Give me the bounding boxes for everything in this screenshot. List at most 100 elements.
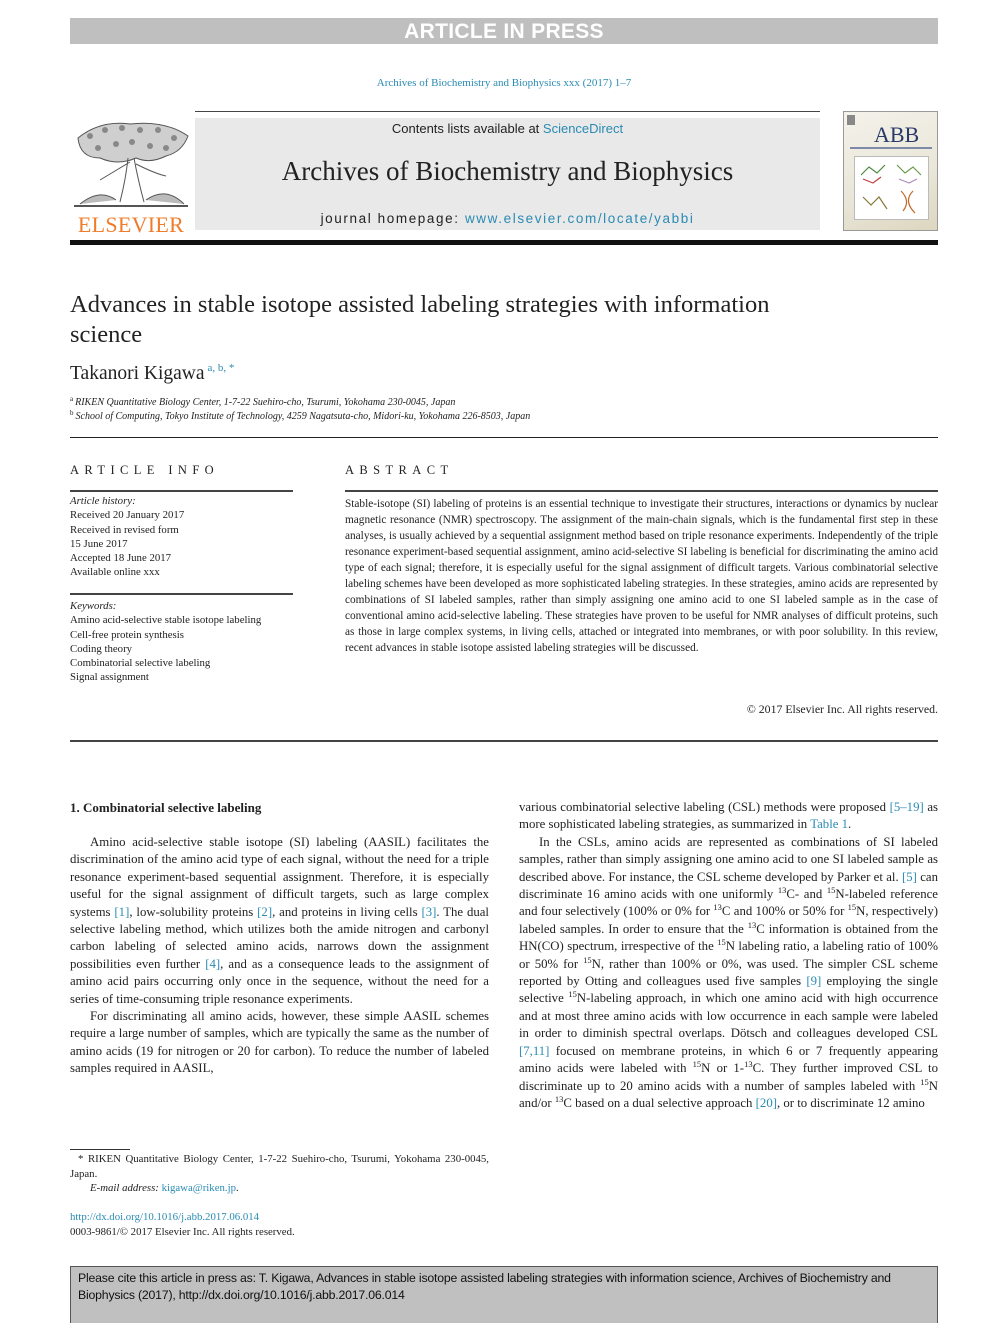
elsevier-tree-icon xyxy=(74,122,189,207)
isotope-superscript: 13 xyxy=(744,1059,753,1070)
section-1-title: 1. Combinatorial selective labeling xyxy=(70,800,262,815)
corresponding-author-footnote: * RIKEN Quantitative Biology Center, 1-7… xyxy=(70,1152,489,1196)
cover-title: ABB xyxy=(874,122,920,147)
affiliation-b: b School of Computing, Tokyo Institute of… xyxy=(70,409,530,422)
body-column-left: Amino acid-selective stable isotope (SI)… xyxy=(70,834,489,1078)
text-run: N-labeling approach, in which one amino … xyxy=(519,991,939,1041)
affiliation-a: a RIKEN Quantitative Biology Center, 1-7-… xyxy=(70,395,455,408)
paragraph: In the CSLs, amino acids are represented… xyxy=(519,834,938,1113)
isotope-superscript: 13 xyxy=(747,919,757,930)
citation-text: Please cite this article in press as: T.… xyxy=(78,1271,891,1302)
elsevier-logo[interactable]: ELSEVIER xyxy=(70,118,192,237)
reference-link[interactable]: [7,11] xyxy=(519,1044,549,1058)
keyword-item: Signal assignment xyxy=(70,671,149,684)
history-item: Received 20 January 2017 xyxy=(70,509,185,522)
keywords: Keywords: Amino acid-selective stable is… xyxy=(70,599,330,685)
text-run: In the CSLs, amino acids are represented… xyxy=(519,834,938,884)
header-thick-rule xyxy=(70,240,938,245)
doi-link[interactable]: http://dx.doi.org/10.1016/j.abb.2017.06.… xyxy=(70,1211,259,1223)
keywords-divider xyxy=(70,593,293,595)
text-run: , or to discriminate 12 amino xyxy=(776,1095,925,1110)
email-label: E-mail address: xyxy=(90,1182,162,1195)
isotope-superscript: 15 xyxy=(717,937,726,948)
body-column-right: various combinatorial selective labeling… xyxy=(519,799,938,1112)
journal-header-box: Contents lists available at ScienceDirec… xyxy=(195,118,820,230)
isotope-superscript: 15 xyxy=(692,1059,702,1070)
elsevier-wordmark: ELSEVIER xyxy=(77,212,185,237)
author-affiliation-marks[interactable]: a, b, * xyxy=(208,362,235,374)
paragraph: Amino acid-selective stable isotope (SI)… xyxy=(70,834,489,1008)
text-run: . xyxy=(848,817,852,832)
history-item: Received in revised form xyxy=(70,523,179,536)
article-in-press-banner: ARTICLE IN PRESS xyxy=(70,18,938,44)
history-item: 15 June 2017 xyxy=(70,537,128,550)
cover-molecule-image xyxy=(854,156,929,220)
homepage-line: journal homepage: www.elsevier.com/locat… xyxy=(195,211,820,226)
abstract-divider xyxy=(345,490,938,492)
isotope-superscript: 15 xyxy=(568,989,577,1000)
cover-barcode-icon xyxy=(847,115,855,125)
reference-link[interactable]: [3] xyxy=(421,905,436,919)
affiliation-text: RIKEN Quantitative Biology Center, 1-7-2… xyxy=(75,397,456,408)
keyword-item: Cell-free protein synthesis xyxy=(70,628,184,641)
text-run: C- and xyxy=(786,887,827,902)
affiliation-text: School of Computing, Tokyo Institute of … xyxy=(75,411,531,422)
article-info-heading: ARTICLE INFO xyxy=(70,463,220,477)
homepage-prefix: journal homepage: xyxy=(320,211,465,226)
history-item: Available online xxx xyxy=(70,566,160,579)
text-run: C and 100% or 50% for xyxy=(721,904,848,919)
text-run: , and proteins in living cells xyxy=(272,904,422,919)
citation-box: Please cite this article in press as: T.… xyxy=(70,1266,938,1323)
reference-link[interactable]: [9] xyxy=(806,974,821,988)
text-run: C based on a dual selective approach xyxy=(563,1095,756,1110)
article-info-divider xyxy=(70,490,293,492)
affiliation-mark: b xyxy=(70,409,74,417)
affiliation-divider xyxy=(70,437,938,438)
keyword-item: Amino acid-selective stable isotope labe… xyxy=(70,614,262,627)
keyword-item: Coding theory xyxy=(70,642,133,655)
table-link[interactable]: Table 1 xyxy=(810,817,848,831)
sciencedirect-link[interactable]: ScienceDirect xyxy=(543,121,623,136)
text-run: , low-solubility proteins xyxy=(129,904,258,919)
author-name[interactable]: Takanori Kigawa xyxy=(70,363,205,384)
journal-cover-thumbnail[interactable]: ABB xyxy=(843,111,938,231)
history-label: Article history: xyxy=(70,495,136,507)
article-title: Advances in stable isotope assisted labe… xyxy=(70,291,770,348)
keyword-item: Combinatorial selective labeling xyxy=(70,657,211,670)
cover-subtitle-bar xyxy=(850,147,932,149)
reference-link[interactable]: [1] xyxy=(114,905,129,919)
issn-copyright: 0003-9861/© 2017 Elsevier Inc. All right… xyxy=(70,1226,295,1238)
text-run: various combinatorial selective labeling… xyxy=(519,800,890,814)
email-link[interactable]: kigawa@riken.jp xyxy=(162,1182,236,1194)
abstract-text: Stable-isotope (SI) labeling of proteins… xyxy=(345,498,938,654)
abstract-heading: ABSTRACT xyxy=(345,463,454,477)
text-run: N or 1- xyxy=(701,1061,745,1076)
keywords-label: Keywords: xyxy=(70,600,117,612)
abstract-copyright: © 2017 Elsevier Inc. All rights reserved… xyxy=(746,702,938,716)
header-divider xyxy=(195,111,820,112)
email-end: . xyxy=(235,1182,239,1195)
footnote-text: RIKEN Quantitative Biology Center, 1-7-2… xyxy=(70,1153,489,1180)
isotope-superscript: 15 xyxy=(847,902,857,913)
reference-link[interactable]: [2] xyxy=(257,905,272,919)
molecule-structures-icon xyxy=(860,164,922,214)
reference-link[interactable]: [5] xyxy=(902,870,917,884)
isotope-superscript: 15 xyxy=(583,954,592,965)
journal-homepage-link[interactable]: www.elsevier.com/locate/yabbi xyxy=(465,211,694,226)
isotope-superscript: 13 xyxy=(713,902,722,913)
reference-link[interactable]: [5–19] xyxy=(890,800,924,814)
paragraph: For discriminating all amino acids, howe… xyxy=(70,1009,489,1076)
journal-reference-link[interactable]: Archives of Biochemistry and Biophysics … xyxy=(70,77,938,89)
journal-name: Archives of Biochemistry and Biophysics xyxy=(281,156,734,186)
author-line: Takanori Kigawa a, b, * xyxy=(70,362,234,385)
footnote-rule xyxy=(70,1149,130,1150)
article-history: Article history: Received 20 January 201… xyxy=(70,494,310,580)
reference-link[interactable]: [4] xyxy=(205,957,220,971)
contents-line: Contents lists available at ScienceDirec… xyxy=(195,121,820,136)
contents-prefix: Contents lists available at xyxy=(391,121,543,136)
reference-link[interactable]: [20] xyxy=(756,1096,777,1110)
isotope-superscript: 15 xyxy=(920,1076,929,1087)
history-item: Accepted 18 June 2017 xyxy=(70,552,172,565)
abstract-bottom-rule xyxy=(70,740,938,742)
affiliation-mark: a xyxy=(70,395,74,403)
